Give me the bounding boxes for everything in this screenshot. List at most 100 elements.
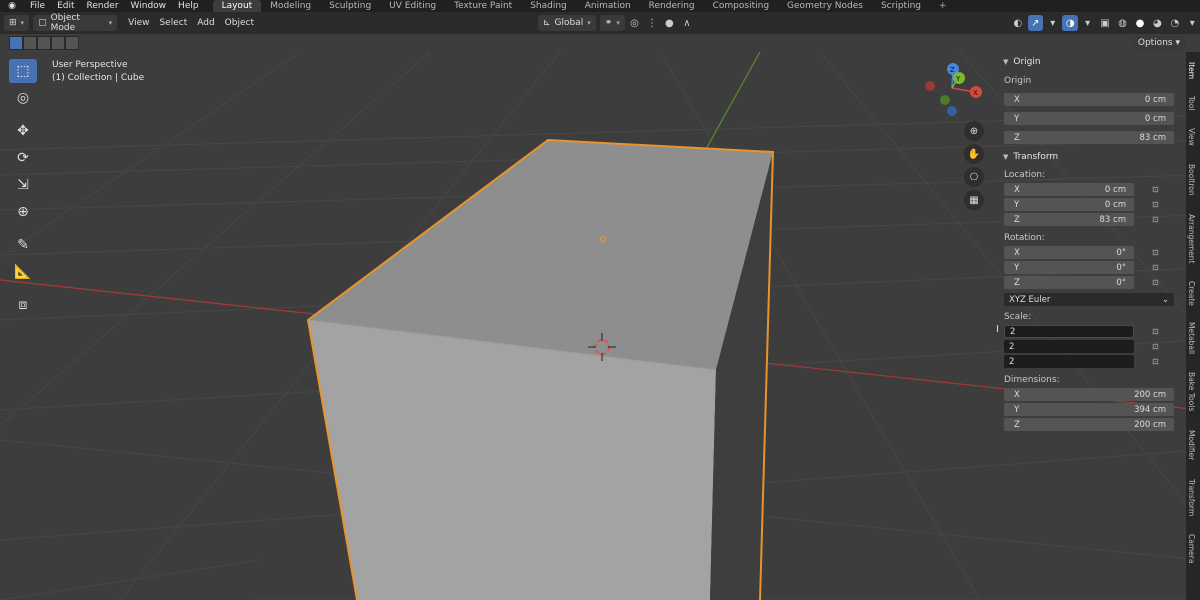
menu-render[interactable]: Render [81,0,125,12]
menu-edit[interactable]: Edit [51,0,80,12]
tab-animation[interactable]: Animation [576,0,640,12]
tab-scripting[interactable]: Scripting [872,0,930,12]
tab-booltron[interactable]: Booltron [1187,164,1196,196]
tab-compositing[interactable]: Compositing [704,0,778,12]
shading-dropdown-icon[interactable]: ▾ [1185,15,1200,31]
rotation-z-field[interactable]: Z 0° [1004,276,1134,289]
rotation-x-field[interactable]: X 0° [1004,246,1134,259]
location-x-field[interactable]: X 0 cm [1004,183,1134,196]
measure-tool-icon[interactable]: 📐 [9,260,37,284]
scale-y-input[interactable]: 2 [1004,340,1134,353]
view-menu[interactable]: View [123,18,154,28]
blender-logo-icon[interactable]: ◉ [0,1,24,11]
add-menu[interactable]: Add [192,18,219,28]
tab-sculpting[interactable]: Sculpting [320,0,380,12]
select-invert-icon[interactable] [51,36,65,50]
transform-orientation-dropdown[interactable]: ⊾ Global ▾ [537,15,596,31]
add-workspace-icon[interactable]: + [930,0,956,12]
scale-tool-icon[interactable]: ⇲ [9,173,37,197]
rotation-y-field[interactable]: Y 0° [1004,261,1134,274]
menu-file[interactable]: File [24,0,51,12]
lock-icon[interactable]: ⊡ [1152,278,1164,287]
tab-item[interactable]: Item [1187,62,1196,79]
tab-shading[interactable]: Shading [521,0,576,12]
object-menu[interactable]: Object [220,18,259,28]
zoom-icon[interactable]: ⊕ [964,121,984,141]
rendered-shading-icon[interactable]: ◔ [1167,15,1182,31]
gizmo-toggle-icon[interactable]: ↗ [1027,15,1044,31]
lock-icon[interactable]: ⊡ [1152,215,1164,224]
select-subtract-icon[interactable] [37,36,51,50]
select-menu[interactable]: Select [154,18,192,28]
visibility-icon[interactable]: ◐ [1010,15,1025,31]
location-z-field[interactable]: Z 83 cm [1004,213,1134,226]
snap-toggle-icon[interactable]: ◎ [627,15,642,31]
solid-shading-icon[interactable]: ● [1132,15,1147,31]
lock-icon[interactable]: ⊡ [1152,200,1164,209]
snap-target-icon[interactable]: ⋮ [644,15,659,31]
lock-icon[interactable]: ⊡ [1152,185,1164,194]
lock-icon[interactable]: ⊡ [1152,248,1164,257]
move-tool-icon[interactable]: ✥ [9,119,37,143]
navigation-gizmo[interactable]: Z X Y [925,63,982,116]
wireframe-shading-icon[interactable]: ◍ [1115,15,1130,31]
location-y-field[interactable]: Y 0 cm [1004,198,1134,211]
annotate-tool-icon[interactable]: ✎ [9,233,37,257]
transform-panel-header[interactable]: ▼ Transform [998,147,1184,167]
material-shading-icon[interactable]: ◕ [1150,15,1165,31]
dimensions-x-field[interactable]: X 200 cm [1004,388,1174,401]
xray-toggle-icon[interactable]: ▣ [1097,15,1112,31]
overlays-dropdown-icon[interactable]: ▾ [1080,15,1095,31]
tab-tool[interactable]: Tool [1187,96,1196,111]
cursor-tool-icon[interactable]: ◎ [9,86,37,110]
tab-view[interactable]: View [1187,128,1196,146]
gizmo-dropdown-icon[interactable]: ▾ [1045,15,1060,31]
add-cube-tool-icon[interactable]: ⧈ [9,293,37,317]
lock-icon[interactable]: ⊡ [1152,357,1164,366]
mode-dropdown[interactable]: ▢ Object Mode ▾ [33,13,118,33]
tab-modifier[interactable]: Modifier [1187,430,1196,460]
tab-create[interactable]: Create [1187,281,1196,306]
scale-x-input[interactable]: 2 [1004,325,1134,338]
tab-bake-tools[interactable]: Bake Tools [1187,372,1196,411]
select-extend-icon[interactable] [23,36,37,50]
lock-icon[interactable]: ⊡ [1152,342,1164,351]
origin-z-field[interactable]: Z 83 cm [1004,131,1174,144]
rotation-mode-dropdown[interactable]: XYZ Euler ⌄ [1004,293,1174,306]
select-box-tool-icon[interactable]: ⬚ [9,59,37,83]
tab-uv-editing[interactable]: UV Editing [380,0,445,12]
dimensions-z-field[interactable]: Z 200 cm [1004,418,1174,431]
tab-rendering[interactable]: Rendering [640,0,704,12]
proportional-edit-icon[interactable]: ● [662,15,677,31]
origin-x-field[interactable]: X 0 cm [1004,93,1174,106]
pan-hand-icon[interactable]: ✋ [964,144,984,164]
falloff-icon[interactable]: ∧ [679,15,694,31]
lock-icon[interactable]: ⊡ [1152,327,1164,336]
camera-view-icon[interactable]: ⎔ [964,167,984,187]
lock-icon[interactable]: ⊡ [1152,263,1164,272]
tab-metaball[interactable]: Metaball [1187,322,1196,354]
menu-help[interactable]: Help [172,0,205,12]
perspective-grid-icon[interactable]: ▦ [964,190,984,210]
select-intersect-icon[interactable] [65,36,79,50]
origin-panel-header[interactable]: ▼ Origin [998,52,1184,72]
scale-z-input[interactable]: 2 [1004,355,1134,368]
tab-texture-paint[interactable]: Texture Paint [445,0,521,12]
editor-type-button[interactable]: ⊞ ▾ [4,15,30,31]
tab-layout[interactable]: Layout [212,0,262,12]
tab-modeling[interactable]: Modeling [261,0,320,12]
pivot-point-dropdown[interactable]: ⚭ ▾ [599,15,625,31]
tab-geometry-nodes[interactable]: Geometry Nodes [778,0,872,12]
menu-window[interactable]: Window [125,0,173,12]
select-new-icon[interactable] [9,36,23,50]
rotate-tool-icon[interactable]: ⟳ [9,146,37,170]
dimensions-y-field[interactable]: Y 394 cm [1004,403,1174,416]
origin-y-field[interactable]: Y 0 cm [1004,112,1174,125]
tab-transform[interactable]: Transform [1187,479,1196,516]
overlays-toggle-icon[interactable]: ◑ [1062,15,1078,31]
tab-camera[interactable]: Camera [1187,534,1196,563]
tab-arrangement[interactable]: Arrangement [1187,214,1196,264]
options-button[interactable]: Options ▾ [1131,36,1186,50]
transform-tool-icon[interactable]: ⊕ [9,200,37,224]
cube-mesh[interactable] [306,138,775,600]
